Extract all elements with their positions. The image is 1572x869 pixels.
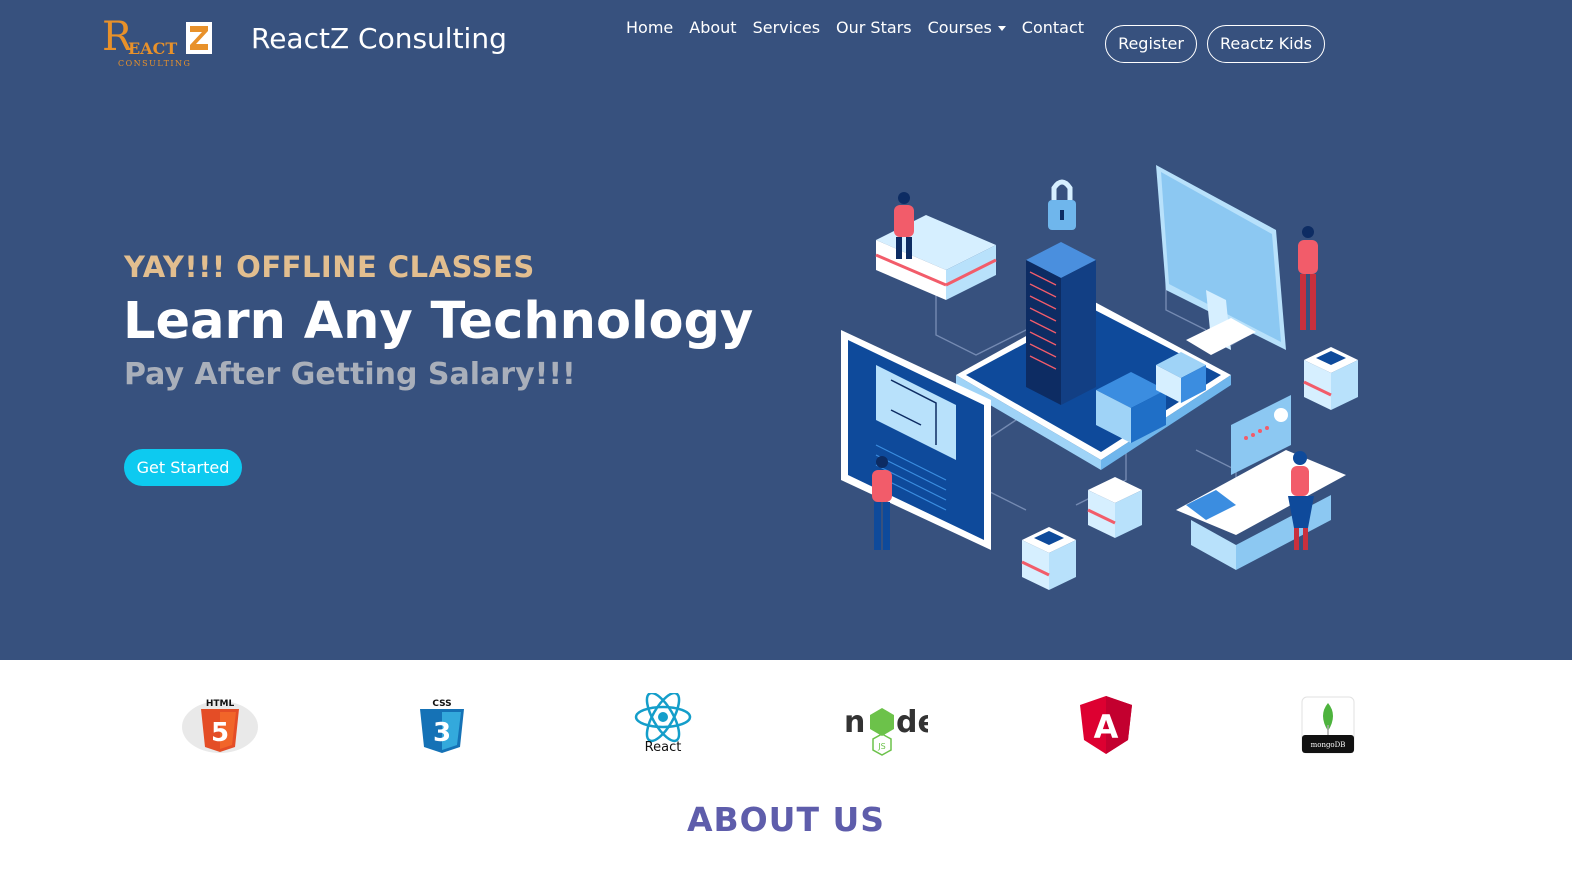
hero-subheadline: Pay After Getting Salary!!!: [124, 357, 576, 392]
brand-title[interactable]: ReactZ Consulting: [251, 22, 507, 55]
nav-contact[interactable]: Contact: [1014, 18, 1092, 38]
nav-services[interactable]: Services: [745, 18, 828, 38]
svg-text:3: 3: [433, 718, 451, 748]
get-started-button[interactable]: Get Started: [124, 449, 242, 486]
hero-section: R EACT CONSULTING ReactZ Consulting Home…: [0, 0, 1572, 660]
react-icon: React: [634, 693, 692, 755]
logo-sub-text: CONSULTING: [118, 59, 191, 68]
mongodb-logo: mongoDB: [1300, 693, 1356, 757]
svg-text:A: A: [1094, 708, 1119, 746]
nodejs-logo: n de JS: [842, 693, 928, 757]
nav-home[interactable]: Home: [618, 18, 681, 38]
svg-text:HTML: HTML: [206, 699, 235, 709]
html5-logo: HTML 5: [180, 693, 260, 757]
svg-text:de: de: [896, 705, 928, 740]
nav-our-stars[interactable]: Our Stars: [828, 18, 920, 38]
html5-icon: HTML 5: [182, 699, 258, 753]
main-nav: Home About Services Our Stars Courses Co…: [618, 18, 1092, 38]
about-us-heading: ABOUT US: [686, 800, 886, 839]
svg-text:JS: JS: [877, 742, 885, 751]
register-button[interactable]: Register: [1105, 25, 1197, 63]
svg-text:n: n: [844, 705, 865, 740]
svg-text:5: 5: [211, 718, 229, 748]
svg-text:EACT: EACT: [128, 39, 177, 58]
nav-courses-label: Courses: [927, 18, 992, 37]
nav-about[interactable]: About: [681, 18, 744, 38]
nodejs-icon: n de JS: [844, 705, 928, 756]
hero-tagline: YAY!!! OFFLINE CLASSES: [124, 250, 535, 284]
css3-logo: CSS 3: [412, 693, 472, 757]
hero-headline: Learn Any Technology: [123, 292, 754, 351]
svg-text:CSS: CSS: [432, 699, 451, 709]
angular-logo: A: [1078, 693, 1134, 757]
reactz-logo[interactable]: R EACT CONSULTING: [100, 14, 214, 70]
angular-icon: A: [1080, 696, 1132, 754]
svg-text:React: React: [645, 740, 682, 755]
hero-illustration: [841, 165, 1358, 590]
chevron-down-icon: [997, 26, 1006, 31]
nav-courses-dropdown[interactable]: Courses: [920, 18, 1014, 38]
reactz-kids-button[interactable]: Reactz Kids: [1207, 25, 1325, 63]
css3-icon: CSS 3: [420, 699, 464, 753]
svg-text:mongoDB: mongoDB: [1311, 741, 1346, 749]
react-logo: React: [630, 693, 696, 757]
mongodb-icon: mongoDB: [1301, 696, 1355, 754]
